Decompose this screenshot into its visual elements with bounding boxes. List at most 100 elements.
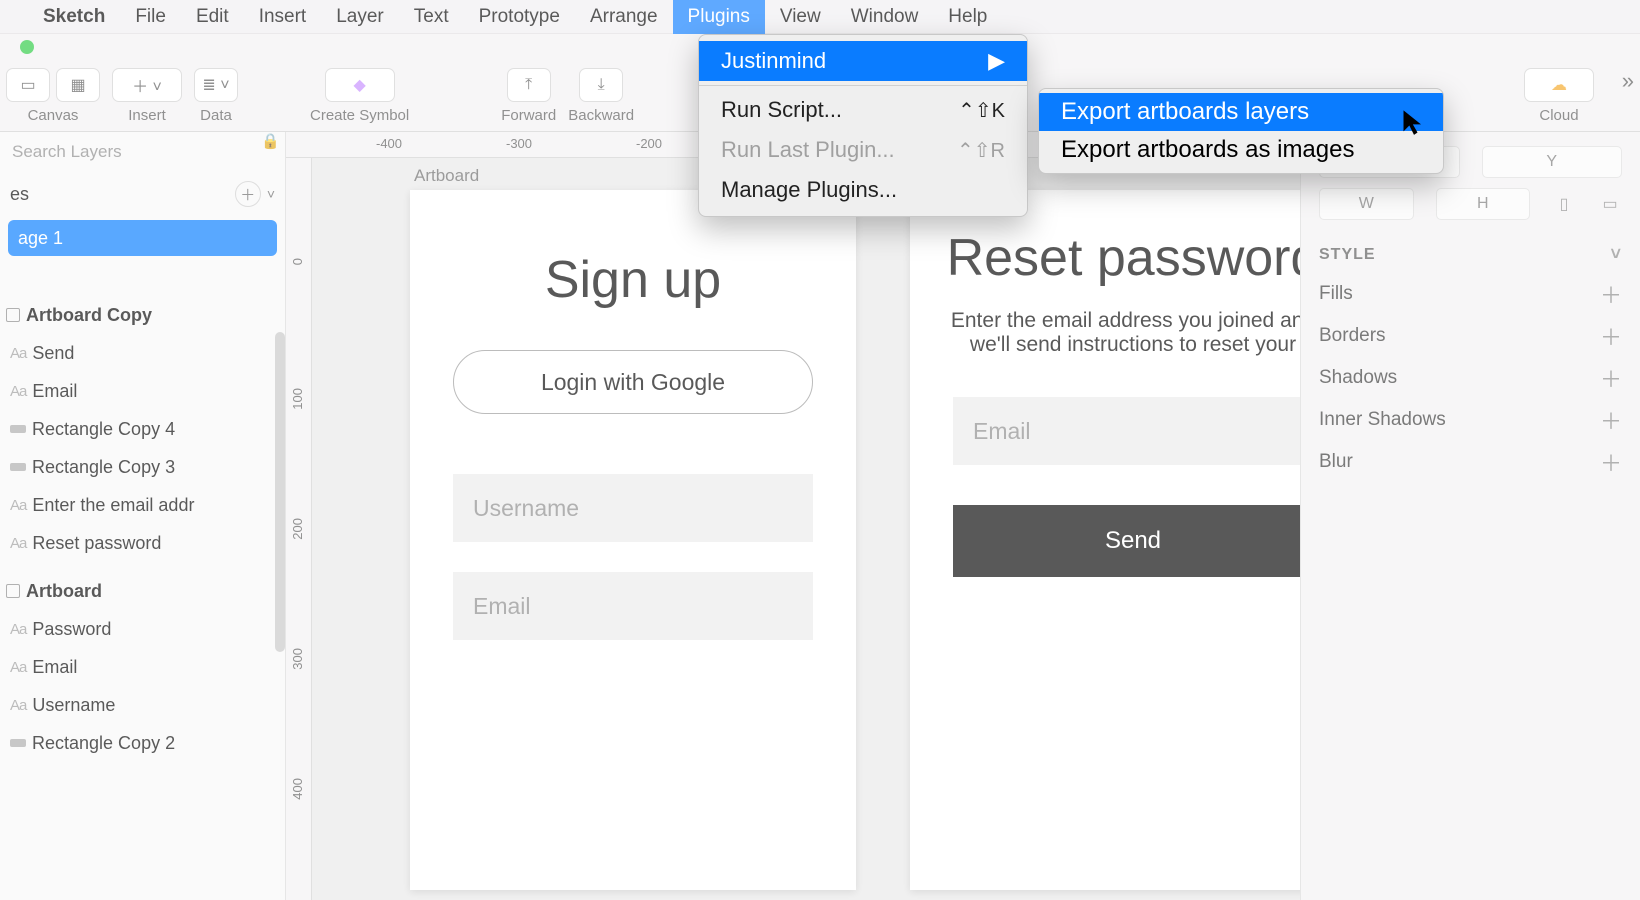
dim-h[interactable]: H: [1436, 188, 1531, 220]
toolbar-cloud-label: Cloud: [1539, 107, 1578, 124]
layer-item[interactable]: Rectangle Copy 3: [0, 448, 285, 486]
chevron-down-icon[interactable]: ˅: [267, 186, 275, 202]
artboard-signup[interactable]: Sign up Login with Google Username Email: [410, 190, 856, 890]
add-inner-shadow-button[interactable]: ＋: [1600, 404, 1622, 436]
data-button[interactable]: ≣ ˅: [194, 68, 238, 102]
plugins-manage[interactable]: Manage Plugins...: [699, 170, 1027, 210]
dim-w[interactable]: W: [1319, 188, 1414, 220]
rect-layer-icon: [10, 463, 26, 471]
toolbar-data-label: Data: [200, 107, 232, 124]
rect-layer-icon: [10, 425, 26, 433]
inspector-inner-shadows: Inner Shadows: [1319, 409, 1446, 431]
menu-insert[interactable]: Insert: [244, 0, 322, 34]
menu-text[interactable]: Text: [399, 0, 464, 34]
menu-prototype[interactable]: Prototype: [464, 0, 575, 34]
forward-button[interactable]: ⤒: [507, 68, 551, 102]
scrollbar[interactable]: [275, 332, 285, 652]
backward-button[interactable]: ⤓: [579, 68, 623, 102]
text-layer-icon: Aa: [10, 535, 26, 552]
artboard-icon: [6, 308, 20, 322]
kb-shortcut: ⌃⇧R: [957, 138, 1005, 163]
lock-icon: 🔒: [261, 132, 279, 150]
layer-item[interactable]: Rectangle Copy 2: [0, 724, 285, 762]
page-item-1[interactable]: age 1: [8, 220, 277, 256]
create-symbol-button[interactable]: ◆: [325, 68, 395, 102]
flip-h-icon[interactable]: ▯: [1552, 192, 1576, 216]
add-shadow-button[interactable]: ＋: [1600, 362, 1622, 394]
layer-item[interactable]: AaReset password: [0, 524, 285, 562]
menu-layer[interactable]: Layer: [321, 0, 399, 34]
cloud-button[interactable]: ☁: [1524, 68, 1594, 102]
text-layer-icon: Aa: [10, 659, 26, 676]
menu-view[interactable]: View: [765, 0, 836, 34]
layer-item[interactable]: AaSend: [0, 334, 285, 372]
inspector-shadows: Shadows: [1319, 367, 1397, 389]
canvas[interactable]: -400 -300 -200 0 100 200 300 400 Artboar…: [286, 132, 1300, 900]
inspector-style: STYLE: [1319, 246, 1376, 264]
kb-shortcut: ⌃⇧K: [958, 98, 1005, 123]
artboard-reset[interactable]: Reset password Enter the email address y…: [910, 190, 1300, 890]
text-layer-icon: Aa: [10, 497, 26, 514]
justinmind-submenu: Export artboards layers Export artboards…: [1038, 88, 1444, 174]
layer-item[interactable]: AaEmail: [0, 648, 285, 686]
artboard-label[interactable]: Artboard: [414, 166, 479, 186]
export-artboards-images[interactable]: Export artboards as images: [1039, 131, 1443, 169]
field-email: Email: [453, 572, 813, 640]
field-username: Username: [453, 474, 813, 542]
artboard-icon: [6, 584, 20, 598]
layer-header-artboard[interactable]: Artboard: [0, 572, 285, 610]
signup-title: Sign up: [410, 250, 856, 310]
plugins-run-script[interactable]: Run Script... ⌃⇧K: [699, 90, 1027, 130]
layer-item[interactable]: AaEnter the email addr: [0, 486, 285, 524]
login-with-google: Login with Google: [453, 350, 813, 414]
layer-item[interactable]: AaPassword: [0, 610, 285, 648]
canvas-btn2[interactable]: ▦: [56, 68, 100, 102]
search-input[interactable]: Search Layers: [0, 132, 285, 172]
canvas-btn1[interactable]: ▭: [6, 68, 50, 102]
inspector-panel: X Y W H ▯ ▭ STYLE˅ Fills＋ Borders＋ Shado…: [1300, 132, 1640, 900]
inspector-fills: Fills: [1319, 283, 1353, 305]
layer-header-artboard-copy[interactable]: Artboard Copy: [0, 296, 285, 334]
export-artboards-layers[interactable]: Export artboards layers: [1039, 93, 1443, 131]
menu-help[interactable]: Help: [933, 0, 1002, 34]
pages-label: es: [10, 184, 29, 205]
layer-item[interactable]: AaUsername: [0, 686, 285, 724]
layer-item[interactable]: Rectangle Copy 4: [0, 410, 285, 448]
menu-separator: [699, 85, 1027, 86]
traffic-light-green[interactable]: [20, 40, 34, 54]
text-layer-icon: Aa: [10, 697, 26, 714]
field-email-2: Email: [953, 397, 1300, 465]
add-fill-button[interactable]: ＋: [1600, 278, 1622, 310]
text-layer-icon: Aa: [10, 345, 26, 362]
reset-desc: Enter the email address you joined and w…: [940, 309, 1300, 357]
send-button: Send: [953, 505, 1300, 577]
menu-file[interactable]: File: [120, 0, 181, 34]
toolbar-overflow-icon[interactable]: »: [1622, 68, 1634, 94]
menu-window[interactable]: Window: [836, 0, 934, 34]
toolbar-canvas-label: Canvas: [28, 107, 79, 124]
add-border-button[interactable]: ＋: [1600, 320, 1622, 352]
plugins-run-last: Run Last Plugin... ⌃⇧R: [699, 130, 1027, 170]
menu-app[interactable]: Sketch: [28, 0, 120, 34]
plugins-justinmind[interactable]: Justinmind ▶: [699, 41, 1027, 81]
menubar: Sketch File Edit Insert Layer Text Proto…: [0, 0, 1640, 34]
reset-title: Reset password: [910, 230, 1300, 287]
add-blur-button[interactable]: ＋: [1600, 446, 1622, 478]
ruler-vertical: 0 100 200 300 400: [286, 158, 312, 900]
toolbar-backward-label: Backward: [568, 107, 634, 124]
layer-list: Artboard Copy AaSend AaEmail Rectangle C…: [0, 296, 285, 900]
flip-v-icon[interactable]: ▭: [1598, 192, 1622, 216]
chevron-down-icon[interactable]: ˅: [1610, 244, 1622, 265]
main: 🔒 Search Layers es ＋ ˅ age 1 Artboard Co…: [0, 132, 1640, 900]
menu-arrange[interactable]: Arrange: [575, 0, 673, 34]
submenu-arrow-icon: ▶: [988, 48, 1005, 74]
inspector-blur: Blur: [1319, 451, 1353, 473]
layer-item[interactable]: AaEmail: [0, 372, 285, 410]
menu-plugins[interactable]: Plugins: [673, 0, 765, 34]
toolbar-create-symbol-label: Create Symbol: [310, 107, 409, 124]
menu-edit[interactable]: Edit: [181, 0, 244, 34]
toolbar-forward-label: Forward: [501, 107, 556, 124]
add-page-button[interactable]: ＋: [235, 181, 261, 207]
dim-y[interactable]: Y: [1482, 146, 1623, 178]
insert-button[interactable]: ＋ ˅: [112, 68, 182, 102]
